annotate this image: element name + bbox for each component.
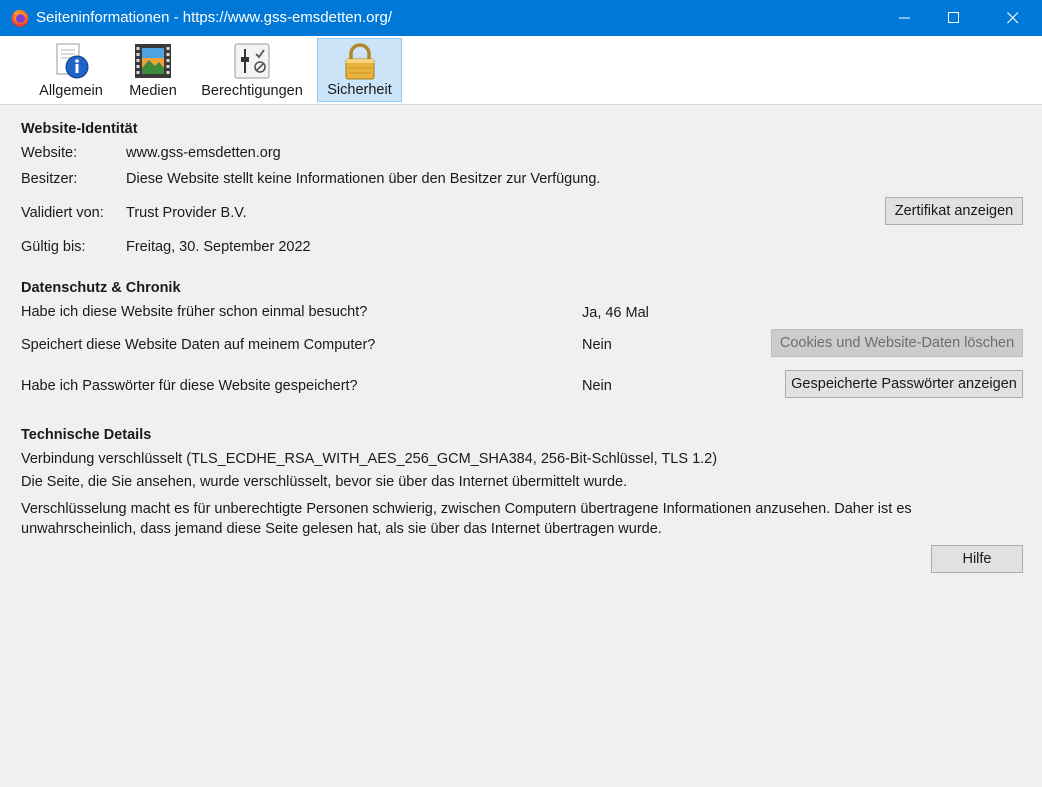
firefox-icon (11, 9, 29, 27)
technical-heading: Technische Details (21, 427, 152, 443)
tab-berechtigungen-label: Berechtigungen (201, 83, 303, 99)
tab-medien[interactable]: Medien (122, 38, 184, 102)
tab-berechtigungen[interactable]: Berechtigungen (195, 38, 309, 102)
validated-by-label: Validiert von: (21, 205, 104, 221)
show-passwords-button[interactable]: Gespeicherte Passwörter anzeigen (785, 370, 1023, 398)
website-label: Website: (21, 145, 78, 161)
stores-data-question: Speichert diese Website Daten auf meinem… (21, 337, 376, 353)
visited-answer: Ja, 46 Mal (582, 305, 649, 321)
help-button[interactable]: Hilfe (931, 545, 1023, 573)
permissions-toggle-icon (234, 43, 270, 79)
minimize-button[interactable] (882, 0, 928, 36)
close-icon (1007, 12, 1019, 24)
padlock-icon (345, 43, 374, 80)
page-encrypted-text: Die Seite, die Sie ansehen, wurde versch… (21, 474, 628, 490)
valid-until-label: Gültig bis: (21, 239, 86, 255)
minimize-icon (899, 17, 910, 19)
connection-encrypted-text: Verbindung verschlüsselt (TLS_ECDHE_RSA_… (21, 451, 718, 467)
page-info-toolbar: Allgemein Medien Berechtigungen Sicherhe… (0, 36, 1042, 105)
tab-allgemein[interactable]: Allgemein (31, 38, 111, 102)
title-bar: Seiteninformationen - https://www.gss-em… (0, 0, 1042, 36)
identity-heading: Website-Identität (21, 121, 138, 137)
valid-until-value: Freitag, 30. September 2022 (126, 239, 311, 255)
media-film-icon (135, 44, 171, 78)
clear-cookies-button[interactable]: Cookies und Website-Daten löschen (771, 329, 1023, 357)
info-document-icon (56, 43, 89, 79)
window-title: Seiteninformationen - https://www.gss-em… (36, 9, 393, 26)
validated-by-value: Trust Provider B.V. (126, 205, 247, 221)
passwords-question: Habe ich Passwörter für diese Website ge… (21, 378, 358, 394)
privacy-heading: Datenschutz & Chronik (21, 280, 181, 296)
maximize-button[interactable] (931, 0, 977, 36)
visited-question: Habe ich diese Website früher schon einm… (21, 304, 368, 320)
close-button[interactable] (990, 0, 1036, 36)
passwords-answer: Nein (582, 378, 612, 394)
maximize-icon (948, 12, 959, 23)
website-value: www.gss-emsdetten.org (126, 145, 281, 161)
owner-value: Diese Website stellt keine Informationen… (126, 171, 601, 187)
tab-sicherheit[interactable]: Sicherheit (317, 38, 402, 102)
stores-data-answer: Nein (582, 337, 612, 353)
tab-medien-label: Medien (129, 83, 177, 99)
view-certificate-button[interactable]: Zertifikat anzeigen (885, 197, 1023, 225)
tab-sicherheit-label: Sicherheit (327, 82, 392, 98)
tab-allgemein-label: Allgemein (39, 83, 103, 99)
encryption-explanation: Verschlüsselung macht es für unberechtig… (21, 501, 912, 537)
owner-label: Besitzer: (21, 171, 78, 187)
